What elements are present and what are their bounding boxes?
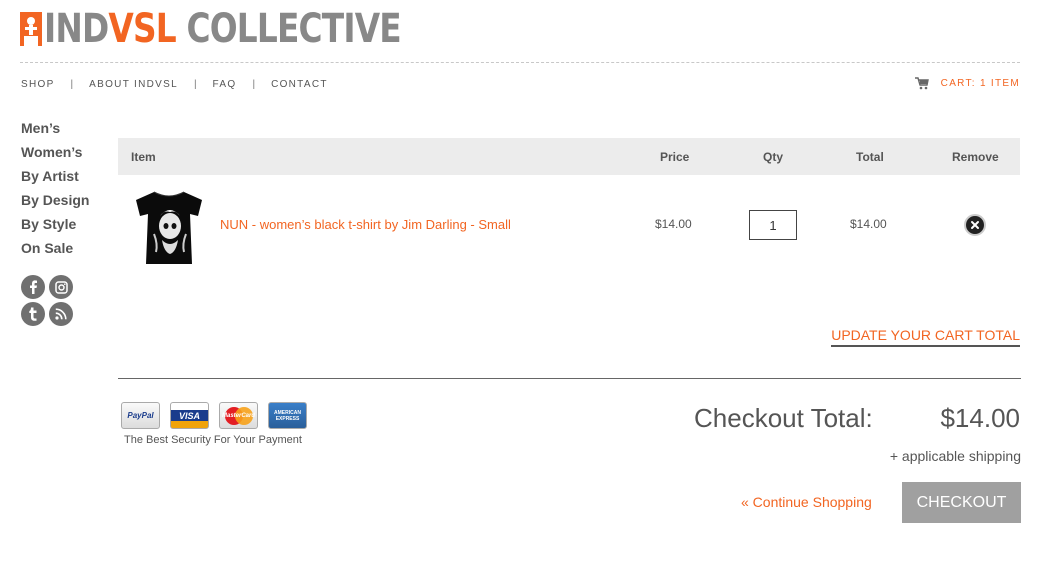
payment-methods: PayPal VISA MasterCard AMERICAN EXPRESS xyxy=(121,402,307,429)
cart-icon xyxy=(914,77,929,90)
rss-icon[interactable] xyxy=(49,302,73,326)
paypal-icon: PayPal xyxy=(121,402,160,429)
nav-shop[interactable]: SHOP xyxy=(21,79,55,90)
cart-link[interactable]: CART: 1 ITEM xyxy=(914,77,1020,90)
checkout-total-amount: $14.00 xyxy=(940,403,1020,433)
remove-item-button[interactable] xyxy=(964,214,986,236)
column-header-item: Item xyxy=(131,150,156,164)
quantity-input[interactable] xyxy=(749,210,797,240)
table-row: NUN - women’s black t-shirt by Jim Darli… xyxy=(118,180,1020,270)
site-logo[interactable]: INDVSL COLLECTIVE xyxy=(20,8,479,50)
logo-wordmark: INDVSL COLLECTIVE xyxy=(44,6,402,52)
sidebar-item-by-artist[interactable]: By Artist xyxy=(21,166,89,190)
update-cart-link[interactable]: UPDATE YOUR CART TOTAL xyxy=(831,327,1020,347)
amex-label: AMERICAN EXPRESS xyxy=(274,409,301,422)
nav-separator: | xyxy=(252,79,256,90)
logo-mark-icon xyxy=(20,12,42,46)
sidebar-item-on-sale[interactable]: On Sale xyxy=(21,238,89,262)
instagram-icon[interactable] xyxy=(49,275,73,299)
sidebar-item-by-style[interactable]: By Style xyxy=(21,214,89,238)
amex-icon: AMERICAN EXPRESS xyxy=(268,402,307,429)
facebook-icon[interactable] xyxy=(21,275,45,299)
checkout-total-label: Checkout Total: xyxy=(694,403,873,433)
item-price: $14.00 xyxy=(655,217,692,231)
cart-table-header: Item Price Qty Total Remove xyxy=(118,138,1020,175)
column-header-price: Price xyxy=(660,150,690,164)
shipping-note: + applicable shipping xyxy=(889,448,1021,464)
nav-contact[interactable]: CONTACT xyxy=(271,79,328,90)
header-divider xyxy=(20,62,1020,63)
cart-link-label: CART: 1 ITEM xyxy=(940,78,1020,89)
sidebar-item-by-design[interactable]: By Design xyxy=(21,190,89,214)
visa-label: VISA xyxy=(178,410,200,421)
category-sidebar: Men’s Women’s By Artist By Design By Sty… xyxy=(21,118,89,262)
tumblr-icon[interactable] xyxy=(21,302,45,326)
security-note: The Best Security For Your Payment xyxy=(124,434,302,446)
top-nav: SHOP | ABOUT INDVSL | FAQ | CONTACT xyxy=(21,79,328,90)
item-total: $14.00 xyxy=(850,217,887,231)
column-header-qty: Qty xyxy=(763,150,784,164)
product-name-link[interactable]: NUN - women’s black t-shirt by Jim Darli… xyxy=(220,217,511,232)
column-header-total: Total xyxy=(856,150,884,164)
column-header-remove: Remove xyxy=(952,150,999,164)
sidebar-item-mens[interactable]: Men’s xyxy=(21,118,89,142)
nav-separator: | xyxy=(70,79,74,90)
continue-shopping-link[interactable]: « Continue Shopping xyxy=(741,494,872,510)
paypal-label: PayPal xyxy=(127,411,154,420)
close-icon xyxy=(971,221,979,229)
nav-about[interactable]: ABOUT INDVSL xyxy=(89,79,178,90)
nav-separator: | xyxy=(193,79,197,90)
mastercard-label: MasterCard xyxy=(221,412,255,419)
checkout-button[interactable]: CHECKOUT xyxy=(902,482,1021,523)
visa-icon: VISA xyxy=(170,402,209,429)
section-divider xyxy=(118,378,1021,379)
mastercard-icon: MasterCard xyxy=(219,402,258,429)
sidebar-item-womens[interactable]: Women’s xyxy=(21,142,89,166)
social-links xyxy=(21,275,77,326)
nav-faq[interactable]: FAQ xyxy=(213,79,237,90)
product-thumbnail[interactable] xyxy=(132,186,206,266)
